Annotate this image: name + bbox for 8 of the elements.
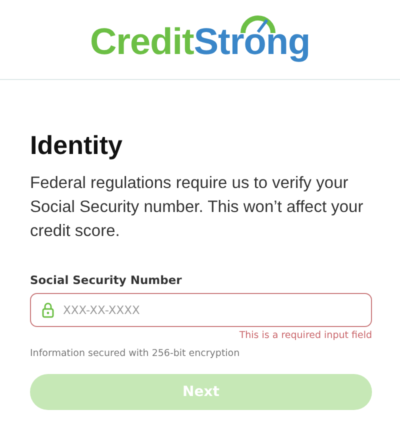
ssn-input-field[interactable]: XXX-XX-XXXX	[30, 293, 372, 327]
description: Federal regulations require us to verify your Social Security number. This won’t affect your credit score.	[30, 173, 364, 242]
page-heading: Identity	[30, 130, 122, 161]
field-label: Social Security Number	[30, 273, 182, 287]
security-note: Information secured with 256-bit encryption	[30, 348, 240, 359]
logo: CreditStrong	[90, 16, 310, 62]
error-message: This is a required input field	[239, 330, 372, 341]
lock-icon	[42, 302, 54, 318]
